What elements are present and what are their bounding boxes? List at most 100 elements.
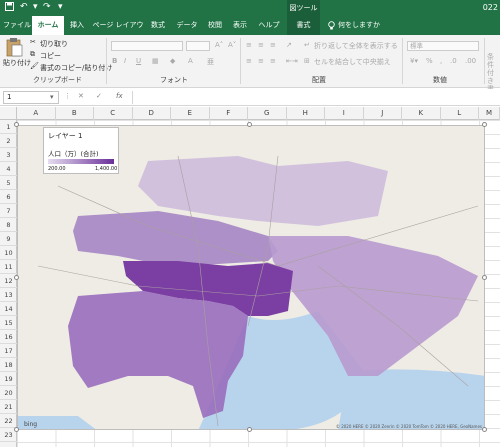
font-size-dropdown[interactable] xyxy=(186,41,210,51)
increase-font-icon[interactable]: A˄ xyxy=(215,41,223,49)
orientation-icon[interactable]: ↗ xyxy=(286,41,292,49)
cut-button[interactable]: 切り取り xyxy=(40,39,68,49)
paste-button[interactable]: 貼り付け xyxy=(3,58,31,68)
percent-icon[interactable]: % xyxy=(426,57,433,65)
copy-button[interactable]: コピー xyxy=(40,51,61,61)
row-header[interactable]: 5 xyxy=(0,176,17,190)
column-header[interactable]: L xyxy=(441,107,479,120)
row-header[interactable]: 20 xyxy=(0,386,17,400)
column-header[interactable]: G xyxy=(248,107,287,120)
namebox-dropdown-icon[interactable]: ▾ xyxy=(50,93,54,101)
row-header[interactable]: 10 xyxy=(0,246,17,260)
column-header[interactable]: E xyxy=(171,107,210,120)
align-center-icon[interactable]: ≡ xyxy=(258,57,264,65)
save-icon[interactable] xyxy=(5,2,14,14)
customize-icon[interactable]: ▾ xyxy=(58,2,63,12)
currency-icon[interactable]: ¥▾ xyxy=(410,57,418,65)
align-top-icon[interactable]: ≡ xyxy=(246,41,252,49)
resize-handle[interactable] xyxy=(482,122,487,127)
decrease-font-icon[interactable]: A˅ xyxy=(228,41,236,49)
row-header[interactable]: 15 xyxy=(0,316,17,330)
increase-decimal-icon[interactable]: .0 xyxy=(450,57,457,65)
paste-icon[interactable] xyxy=(5,37,23,59)
format-painter-button[interactable]: 書式のコピー/貼り付け xyxy=(40,63,112,73)
resize-handle[interactable] xyxy=(247,122,252,127)
font-color-icon[interactable]: A xyxy=(188,57,193,65)
align-left-icon[interactable]: ≡ xyxy=(246,57,252,65)
undo-icon[interactable]: ↶ xyxy=(20,2,28,12)
row-header[interactable]: 3 xyxy=(0,148,17,162)
resize-handle[interactable] xyxy=(247,427,252,432)
row-header[interactable]: 9 xyxy=(0,232,17,246)
bold-icon[interactable]: B xyxy=(112,57,117,65)
column-header[interactable]: J xyxy=(364,107,402,120)
align-right-icon[interactable]: ≡ xyxy=(270,57,276,65)
row-header[interactable]: 11 xyxy=(0,260,17,274)
align-middle-icon[interactable]: ≡ xyxy=(258,41,264,49)
italic-icon[interactable]: I xyxy=(124,57,126,65)
tab-format[interactable]: 書式 xyxy=(287,16,320,35)
comma-icon[interactable]: , xyxy=(440,57,442,65)
column-header[interactable]: A xyxy=(17,107,56,120)
tab-file[interactable]: ファイル xyxy=(2,16,32,35)
decrease-decimal-icon[interactable]: .00 xyxy=(465,57,476,65)
tab-insert[interactable]: 挿入 xyxy=(66,16,88,35)
tab-help[interactable]: ヘルプ xyxy=(256,16,282,35)
enter-icon[interactable]: ✓ xyxy=(96,92,102,100)
row-header[interactable]: 2 xyxy=(0,134,17,148)
tab-page-layout[interactable]: ページ レイアウト xyxy=(92,16,144,48)
select-all-button[interactable] xyxy=(0,107,17,120)
align-bottom-icon[interactable]: ≡ xyxy=(270,41,276,49)
column-header[interactable]: B xyxy=(56,107,94,120)
wrap-text-button[interactable]: 折り返して全体を表示する xyxy=(314,41,398,51)
row-header[interactable]: 19 xyxy=(0,372,17,386)
border-icon[interactable]: ▦ xyxy=(152,57,159,65)
row-header[interactable]: 4 xyxy=(0,162,17,176)
tab-data[interactable]: データ xyxy=(173,16,201,35)
column-header[interactable]: M xyxy=(479,107,500,120)
row-header[interactable]: 22 xyxy=(0,414,17,428)
phonetic-icon[interactable]: 亜 xyxy=(207,57,214,67)
font-name-dropdown[interactable] xyxy=(111,41,183,51)
resize-handle[interactable] xyxy=(14,122,19,127)
row-header[interactable]: 17 xyxy=(0,344,17,358)
tab-formulas[interactable]: 数式 xyxy=(147,16,169,35)
column-header[interactable]: D xyxy=(133,107,171,120)
merge-center-button[interactable]: セルを結合して中央揃え xyxy=(314,57,391,67)
column-header[interactable]: I xyxy=(325,107,364,120)
row-header[interactable]: 16 xyxy=(0,330,17,344)
merge-icon[interactable]: ⊞ xyxy=(304,57,310,65)
row-header[interactable]: 7 xyxy=(0,204,17,218)
wrap-text-icon[interactable]: ↵ xyxy=(304,41,310,49)
resize-handle[interactable] xyxy=(482,275,487,280)
tell-me-search[interactable]: 何をしますか xyxy=(338,16,402,35)
row-header[interactable]: 14 xyxy=(0,302,17,316)
resize-handle[interactable] xyxy=(14,275,19,280)
resize-handle[interactable] xyxy=(14,427,19,432)
row-header[interactable]: 21 xyxy=(0,400,17,414)
tab-view[interactable]: 表示 xyxy=(229,16,251,35)
fill-color-icon[interactable]: ◆ xyxy=(170,57,175,65)
row-header[interactable]: 8 xyxy=(0,218,17,232)
row-header[interactable]: 13 xyxy=(0,288,17,302)
tab-home[interactable]: ホーム xyxy=(32,16,64,35)
redo-icon[interactable]: ↷ xyxy=(43,2,51,12)
resize-handle[interactable] xyxy=(482,427,487,432)
map-legend[interactable]: レイヤー 1 人口（万）(合計) 200.00 1,400.00 xyxy=(43,127,119,174)
format-painter-icon[interactable]: 🖌 xyxy=(30,62,39,70)
scissors-icon[interactable]: ✂ xyxy=(30,38,36,46)
column-header[interactable]: C xyxy=(94,107,133,120)
row-header[interactable]: 6 xyxy=(0,190,17,204)
cancel-icon[interactable]: ✕ xyxy=(78,92,84,100)
tab-review[interactable]: 校閲 xyxy=(204,16,226,35)
formula-input[interactable] xyxy=(132,91,498,104)
underline-icon[interactable]: U xyxy=(136,57,141,65)
number-format-dropdown[interactable]: 標準 xyxy=(407,41,479,51)
indent-icon[interactable]: ⇤⇥ xyxy=(286,57,298,65)
insert-function-button[interactable]: fx xyxy=(116,92,123,100)
column-header[interactable]: H xyxy=(287,107,325,120)
dropdown-icon[interactable]: ▾ xyxy=(33,2,38,12)
copy-icon[interactable]: ⧉ xyxy=(30,50,35,59)
column-header[interactable]: F xyxy=(210,107,248,120)
column-header[interactable]: K xyxy=(402,107,441,120)
